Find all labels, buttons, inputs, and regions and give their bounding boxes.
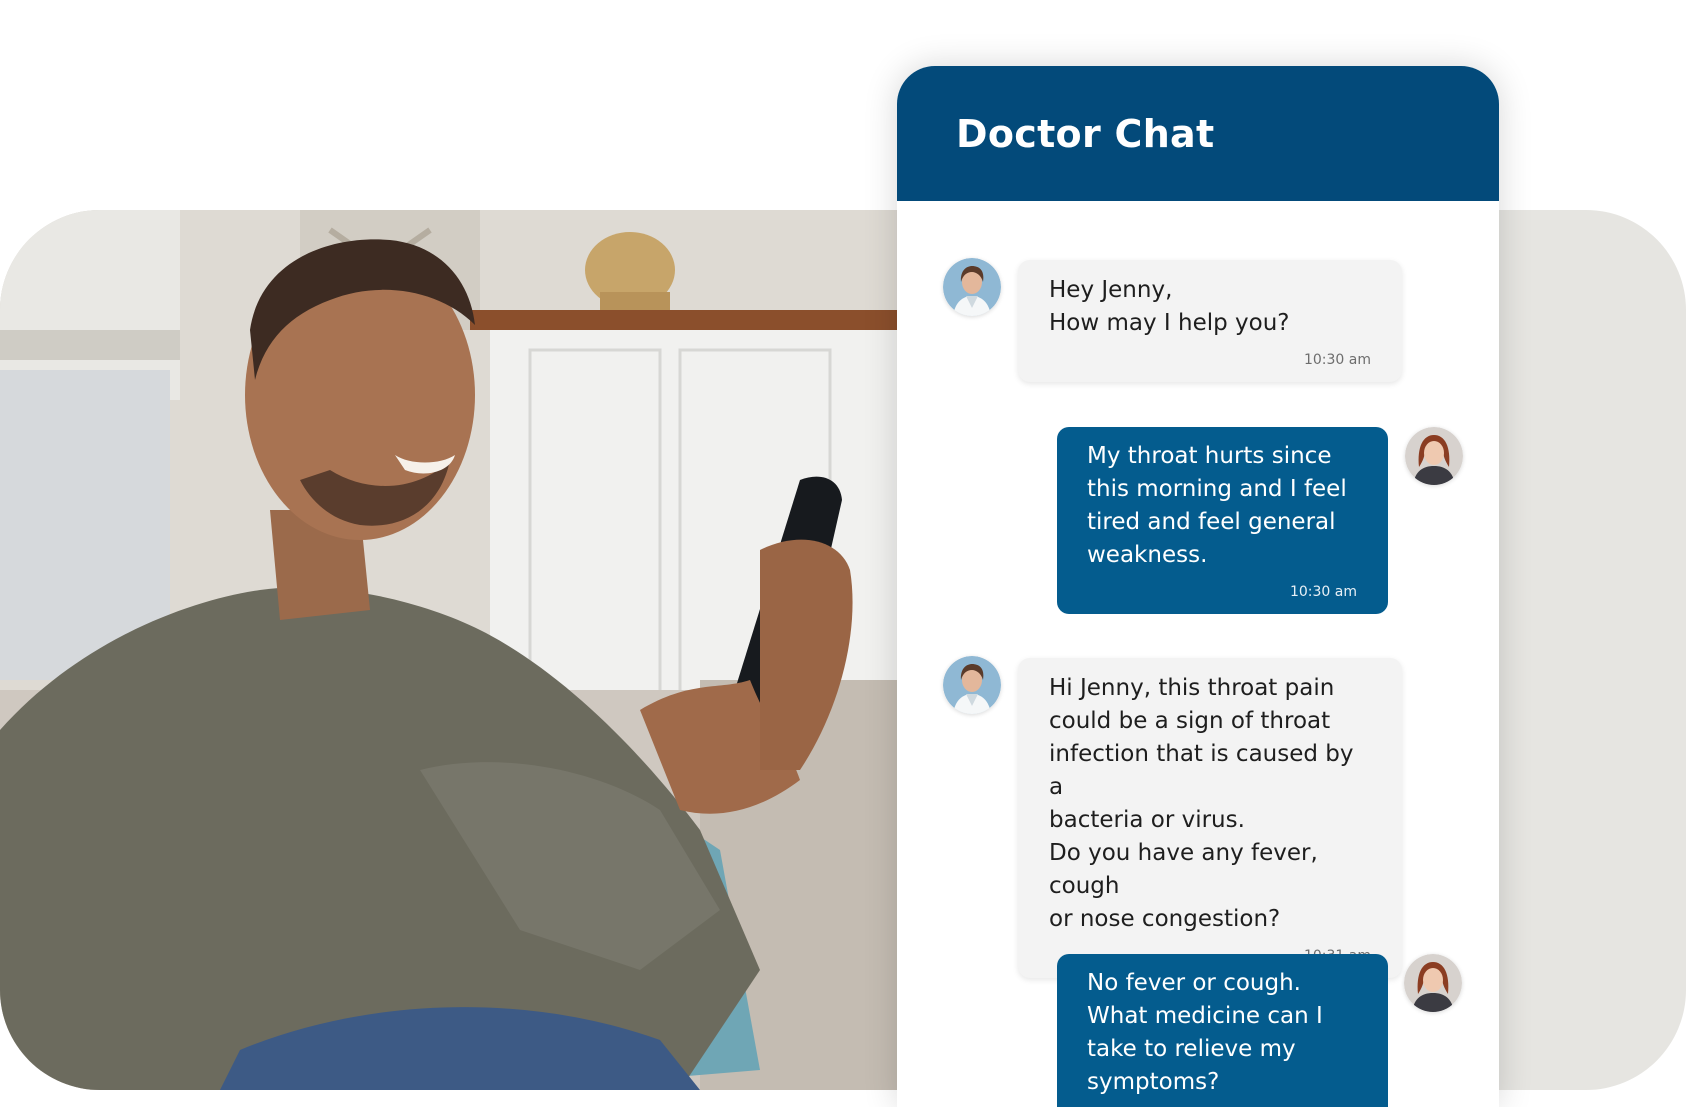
doctor-avatar-icon[interactable] [943, 258, 1001, 316]
message-text: No fever or cough. What medicine can I t… [1087, 970, 1323, 1095]
message-time: 10:30 am [1289, 584, 1357, 600]
message-text: Hey Jenny, How may I help you? [1049, 277, 1290, 336]
patient-message: My throat hurts since this morning and I… [1057, 427, 1388, 614]
photo-illustration [0, 210, 897, 1090]
message-text: Hi Jenny, this throat pain could be a si… [1049, 675, 1354, 932]
doctor-message: Hey Jenny, How may I help you? 10:30 am [1018, 260, 1402, 382]
doctor-chat-window: Doctor Chat Hey Jenny, How may I help yo… [897, 66, 1499, 1107]
man-with-phone-photo [0, 210, 897, 1090]
message-time: 10:30 am [1303, 352, 1371, 368]
message-text: My throat hurts since this morning and I… [1087, 443, 1347, 568]
patient-avatar-icon[interactable] [1405, 427, 1463, 485]
doctor-avatar-icon[interactable] [943, 656, 1001, 714]
patient-message: No fever or cough. What medicine can I t… [1057, 954, 1388, 1107]
doctor-message: Hi Jenny, this throat pain could be a si… [1018, 658, 1402, 978]
chat-header: Doctor Chat [897, 66, 1499, 201]
chat-title: Doctor Chat [956, 111, 1215, 156]
patient-avatar-icon[interactable] [1404, 954, 1462, 1012]
